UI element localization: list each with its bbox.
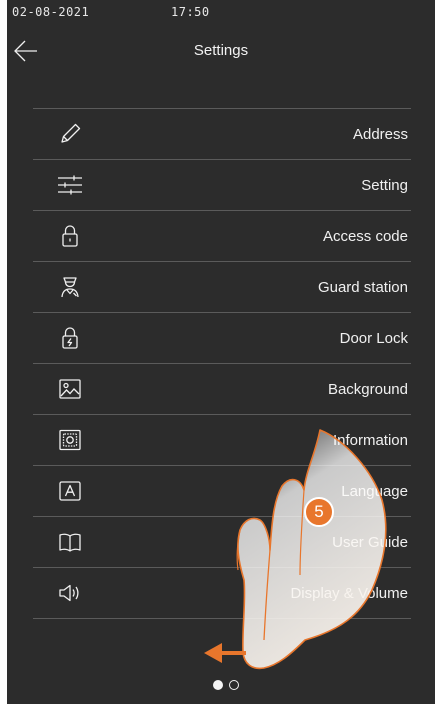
menu-item-label: Guard station bbox=[317, 279, 408, 296]
status-date: 02-08-2021 bbox=[12, 5, 90, 19]
menu-item-language[interactable]: Language bbox=[33, 466, 411, 517]
menu-item-user-guide[interactable]: User Guide bbox=[33, 517, 411, 568]
menu-item-label: Door Lock bbox=[339, 330, 408, 347]
menu-item-guard-station[interactable]: Guard station bbox=[33, 262, 411, 313]
menu-item-label: Background bbox=[327, 381, 408, 398]
menu-item-label: Information bbox=[332, 432, 408, 449]
letter-a-icon bbox=[57, 478, 83, 504]
menu-item-label: Display & Volume bbox=[290, 585, 408, 602]
speaker-icon bbox=[57, 580, 83, 606]
menu-item-display-volume[interactable]: Display & Volume bbox=[33, 568, 411, 619]
guard-icon bbox=[57, 274, 83, 300]
menu-item-label: User Guide bbox=[332, 534, 408, 551]
image-icon bbox=[57, 376, 83, 402]
menu-item-label: Language bbox=[341, 483, 408, 500]
menu-item-access-code[interactable]: Access code bbox=[33, 211, 411, 262]
menu-item-label: Address bbox=[352, 126, 408, 143]
menu-item-door-lock[interactable]: Door Lock bbox=[33, 313, 411, 364]
menu-item-label: Access code bbox=[322, 228, 408, 245]
sliders-icon bbox=[57, 172, 83, 198]
menu-item-background[interactable]: Background bbox=[33, 364, 411, 415]
settings-screen: 02-08-2021 17:50 Settings Address Settin… bbox=[7, 0, 435, 704]
book-icon bbox=[57, 529, 83, 555]
page-dot-inactive bbox=[229, 680, 239, 690]
menu-item-setting[interactable]: Setting bbox=[33, 160, 411, 211]
settings-menu: Address Setting Access code Guard statio… bbox=[33, 108, 411, 619]
menu-item-label: Setting bbox=[361, 177, 408, 194]
page-title: Settings bbox=[193, 42, 249, 59]
lock-bolt-icon bbox=[57, 325, 83, 351]
padlock-icon bbox=[57, 223, 83, 249]
menu-item-address[interactable]: Address bbox=[33, 109, 411, 160]
pencil-icon bbox=[57, 121, 83, 147]
page-dot-active bbox=[213, 680, 223, 690]
status-time: 17:50 bbox=[171, 5, 210, 19]
info-chip-icon bbox=[57, 427, 83, 453]
menu-item-information[interactable]: Information bbox=[33, 415, 411, 466]
page-indicator[interactable] bbox=[213, 680, 253, 692]
status-bar: 02-08-2021 17:50 bbox=[7, 5, 435, 21]
